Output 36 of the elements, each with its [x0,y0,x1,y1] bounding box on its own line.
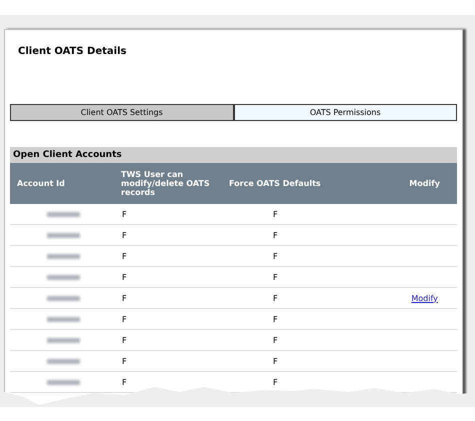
table-cell: F [122,336,127,344]
blurred-account-id [47,232,80,238]
table-cell: F [273,210,278,218]
table-cell: F [122,294,127,302]
modify-link[interactable]: Modify [411,294,438,302]
blurred-account-id [47,358,80,364]
column-header: Force OATS Defaults [225,163,392,204]
section-header: Open Client Accounts [10,147,457,163]
blurred-account-id [47,212,80,217]
table-cell: F [122,356,127,366]
table-cell: F [273,314,278,324]
table-cell: F [122,252,127,260]
table-cell: F [273,356,278,366]
column-header: Account Id [10,163,117,204]
table-cell: F [273,378,278,386]
blurred-account-id [47,316,80,322]
table-cell: F [273,336,278,344]
table-cell: F [122,272,127,282]
table-cell: F [122,314,127,324]
blurred-account-id [47,296,80,301]
table-cell: F [273,272,278,282]
blurred-account-id [47,274,80,280]
panel-title: Client OATS Details [17,45,128,59]
column-header: Modify [392,163,457,204]
table-cell: F [273,294,278,302]
table-cell: F [122,210,127,218]
table-cell: F [273,252,278,260]
blurred-account-id [47,380,80,385]
tab[interactable]: OATS Permissions [234,104,457,121]
blurred-account-id [47,338,80,343]
table-cell: F [122,378,127,386]
blurred-account-id [47,254,80,259]
table-cell: F [273,230,278,240]
column-header: TWS User can modify/delete OATS records [117,163,225,204]
table-cell: F [122,230,127,240]
tab[interactable]: Client OATS Settings [10,104,234,121]
